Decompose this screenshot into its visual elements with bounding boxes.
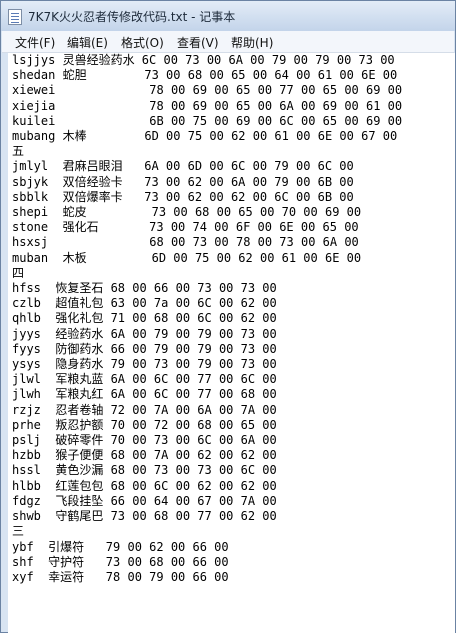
text-line: 五 (12, 144, 25, 159)
text-line: rzjz 忍者卷轴 72 00 7A 00 6A 00 7A 00 (12, 402, 277, 417)
menu-view[interactable]: 查看(V) (177, 34, 219, 51)
menu-bar: 文件(F) 编辑(E) 格式(O) 查看(V) 帮助(H) (2, 31, 454, 53)
text-line: czlb 超值礼包 63 00 7a 00 6C 00 62 00 (12, 296, 277, 311)
text-line: hssl 黄色沙漏 68 00 73 00 73 00 6C 00 (12, 463, 277, 478)
text-line: hlbb 红莲包包 68 00 6C 00 62 00 62 00 (12, 478, 277, 493)
text-line: qhlb 强化礼包 71 00 68 00 6C 00 62 00 (12, 311, 277, 326)
text-line: shf 守护符 73 00 68 00 66 00 (12, 554, 229, 569)
title-bar[interactable]: 7K7K火火忍者传修改代码.txt - 记事本 (1, 1, 455, 31)
text-line: hzbb 猴子便便 68 00 7A 00 62 00 62 00 (12, 448, 277, 463)
text-line: shedan 蛇胆 73 00 68 00 65 00 64 00 61 00 … (12, 68, 398, 83)
menu-format[interactable]: 格式(O) (121, 34, 164, 51)
text-line: jyys 经验药水 6A 00 79 00 79 00 73 00 (12, 326, 277, 341)
text-line: hfss 恢复圣石 68 00 66 00 73 00 73 00 (12, 281, 277, 296)
menu-edit[interactable]: 编辑(E) (67, 34, 108, 51)
notepad-window: 7K7K火火忍者传修改代码.txt - 记事本 文件(F) 编辑(E) 格式(O… (0, 0, 456, 633)
text-line: xiewei 78 00 69 00 65 00 77 00 65 00 69 … (12, 83, 403, 98)
document-text[interactable]: lsjjys 灵兽经验药水 6C 00 73 00 6A 00 79 00 79… (8, 53, 455, 585)
text-line: shepi 蛇皮 73 00 68 00 65 00 70 00 69 00 (12, 205, 362, 220)
text-line: sbblk 双倍爆率卡 73 00 62 00 62 00 6C 00 6B 0… (12, 189, 354, 204)
text-line: shwb 守鹤尾巴 73 00 68 00 77 00 62 00 (12, 509, 277, 524)
text-line: sbjyk 双倍经验卡 73 00 62 00 6A 00 79 00 6B 0… (12, 174, 354, 189)
text-line: jlwh 军粮丸红 6A 00 6C 00 77 00 68 00 (12, 387, 277, 402)
text-line: lsjjys 灵兽经验药水 6C 00 73 00 6A 00 79 00 79… (12, 53, 395, 67)
text-line: mubang 木棒 6D 00 75 00 62 00 61 00 6E 00 … (12, 129, 398, 144)
menu-help[interactable]: 帮助(H) (231, 34, 273, 51)
text-line: kuilei 6B 00 75 00 69 00 6C 00 65 00 69 … (12, 113, 403, 128)
text-line: ysys 隐身药水 79 00 73 00 79 00 73 00 (12, 357, 277, 372)
text-line: xiejia 78 00 69 00 65 00 6A 00 69 00 61 … (12, 98, 403, 113)
text-editor[interactable]: lsjjys 灵兽经验药水 6C 00 73 00 6A 00 79 00 79… (8, 53, 455, 633)
text-line: muban 木板 6D 00 75 00 62 00 61 00 6E 00 (12, 250, 362, 265)
text-line: fyys 防御药水 66 00 79 00 79 00 73 00 (12, 341, 277, 356)
text-line: fdgz 飞段挂坠 66 00 64 00 67 00 7A 00 (12, 493, 277, 508)
notepad-icon (8, 9, 22, 25)
text-line: jlwl 军粮丸蓝 6A 00 6C 00 77 00 6C 00 (12, 372, 277, 387)
text-line: pslj 破碎零件 70 00 73 00 6C 00 6A 00 (12, 433, 277, 448)
text-line: 三 (12, 524, 25, 539)
text-line: hsxsj 68 00 73 00 78 00 73 00 6A 00 (12, 235, 359, 250)
text-line: stone 强化石 73 00 74 00 6F 00 6E 00 65 00 (12, 220, 359, 235)
text-line: ybf 引爆符 79 00 62 00 66 00 (12, 539, 229, 554)
menu-file[interactable]: 文件(F) (15, 34, 55, 51)
text-line: jmlyl 君麻吕眼泪 6A 00 6D 00 6C 00 79 00 6C 0… (12, 159, 354, 174)
text-line: prhe 叛忍护额 70 00 72 00 68 00 65 00 (12, 417, 277, 432)
text-line: 四 (12, 265, 25, 280)
text-line: xyf 幸运符 78 00 79 00 66 00 (12, 569, 229, 584)
window-title: 7K7K火火忍者传修改代码.txt - 记事本 (28, 10, 236, 24)
